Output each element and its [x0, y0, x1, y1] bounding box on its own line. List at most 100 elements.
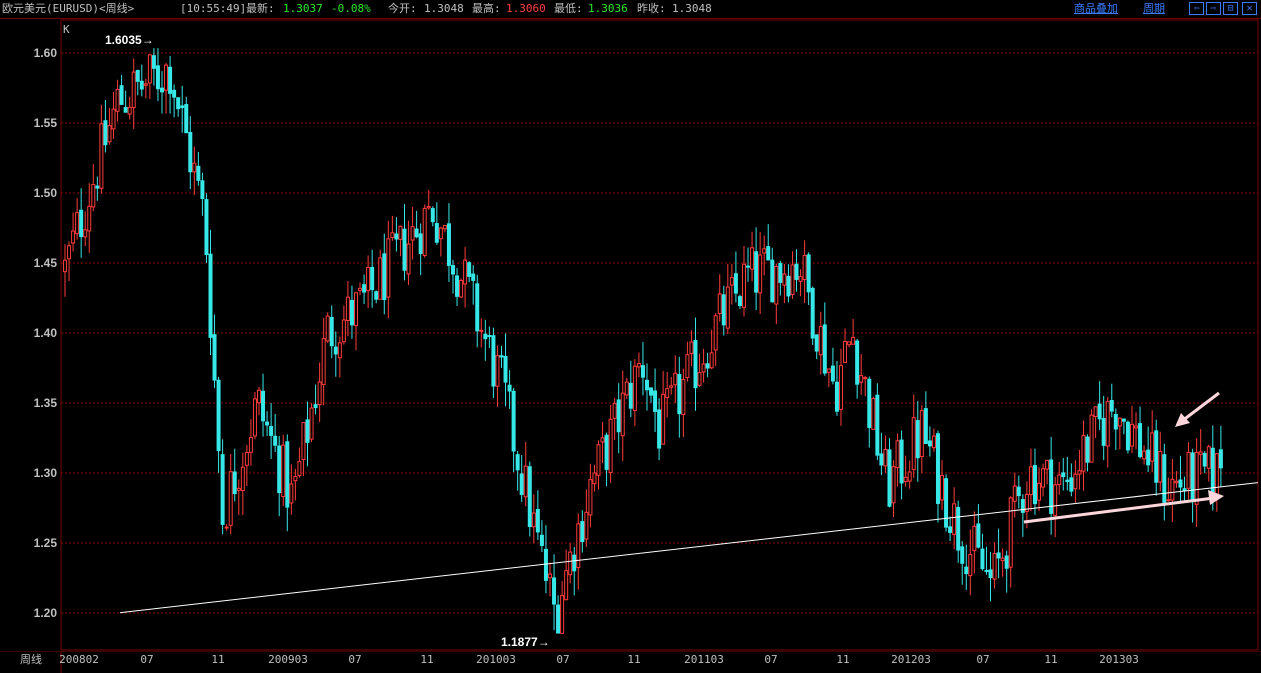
x-tick-label: 07: [556, 653, 569, 666]
candle: [244, 444, 249, 486]
candle: [79, 188, 84, 258]
candle: [1158, 431, 1163, 492]
candle: [875, 383, 880, 461]
y-tick-label: 1.55: [34, 116, 58, 130]
y-tick-label: 1.50: [34, 186, 58, 200]
candle: [317, 362, 322, 423]
high-label: 最高:: [472, 2, 501, 15]
candle: [228, 454, 233, 535]
candle: [341, 305, 346, 345]
candle: [1170, 458, 1175, 522]
scroll-left-icon[interactable]: ⇦: [1189, 2, 1204, 15]
candle: [822, 302, 827, 376]
candle: [1000, 548, 1005, 577]
candle: [1206, 444, 1211, 482]
candle: [628, 360, 633, 418]
candle: [176, 97, 181, 117]
x-axis: 周线 200802 07 11 200903 07 11 201003 07 11 201103 0…: [0, 651, 1261, 673]
candle: [879, 432, 884, 476]
candle: [390, 215, 395, 241]
candle: [1081, 420, 1086, 491]
candle: [1041, 463, 1046, 497]
candle: [923, 391, 928, 445]
y-tick-label: 1.45: [34, 256, 58, 270]
candle: [252, 392, 257, 440]
candle: [701, 348, 706, 383]
candle: [446, 203, 451, 282]
scroll-right-icon[interactable]: ⇨: [1206, 2, 1221, 15]
candle: [1138, 406, 1143, 459]
x-tick-label: 201303: [1099, 653, 1139, 666]
candle: [535, 490, 540, 540]
candle: [188, 116, 193, 190]
candle: [450, 259, 455, 294]
candle: [1125, 420, 1130, 454]
candle: [204, 193, 209, 263]
candle: [232, 448, 237, 502]
candle: [1073, 460, 1078, 504]
candle: [1077, 449, 1082, 490]
candle: [1166, 477, 1171, 502]
candle: [1109, 383, 1114, 418]
candle: [915, 401, 920, 482]
close-icon[interactable]: ✕: [1242, 2, 1257, 15]
candle: [539, 520, 544, 553]
period-link[interactable]: 周期: [1143, 2, 1165, 16]
x-tick-label: 201003: [476, 653, 516, 666]
candle: [778, 260, 783, 296]
candle: [1194, 438, 1199, 527]
candle: [358, 282, 363, 296]
y-tick-label: 1.25: [34, 536, 58, 550]
candle: [1053, 476, 1058, 538]
candle: [608, 404, 613, 483]
candle: [640, 342, 645, 396]
candle: [345, 281, 350, 337]
low-value: 1.3036: [588, 2, 628, 15]
x-tick-label: 201103: [684, 653, 724, 666]
candle: [277, 435, 282, 517]
change-percent: -0.08%: [331, 2, 371, 15]
candle: [434, 202, 439, 245]
candle: [1089, 409, 1094, 463]
candle: [782, 264, 787, 304]
candle: [1097, 381, 1102, 430]
candle: [442, 224, 447, 233]
overlay-link[interactable]: 商品叠加: [1074, 2, 1118, 16]
candle: [1020, 494, 1025, 537]
candle: [1218, 425, 1223, 487]
candle: [1037, 467, 1042, 512]
candle: [988, 552, 993, 602]
candle: [289, 464, 294, 515]
candle: [269, 403, 274, 459]
candle: [552, 554, 557, 631]
candle: [531, 494, 536, 544]
candle: [774, 263, 779, 325]
candle: [455, 268, 460, 306]
zoom-icon[interactable]: ⊟: [1223, 2, 1238, 15]
candle: [321, 317, 326, 406]
candle: [1214, 452, 1219, 512]
candle: [661, 371, 666, 445]
candle: [256, 386, 261, 416]
candle: [693, 317, 698, 411]
candle: [471, 265, 476, 305]
candle: [980, 533, 985, 571]
candle: [741, 246, 746, 317]
candle: [1129, 405, 1134, 454]
x-tick-label: 11: [1044, 653, 1057, 666]
candle: [624, 377, 629, 399]
y-tick-label: 1.20: [34, 606, 58, 620]
candle: [135, 69, 140, 96]
x-tick-label: 11: [627, 653, 640, 666]
candle: [964, 544, 969, 590]
candles: [63, 48, 1223, 634]
candle: [1069, 463, 1074, 497]
candle: [487, 326, 492, 349]
candle: [168, 55, 173, 114]
candle: [430, 206, 435, 227]
candle: [810, 286, 815, 346]
candle: [653, 368, 658, 433]
candle: [236, 479, 241, 516]
min-value-label: 1.1877→: [501, 635, 550, 649]
candle: [305, 401, 310, 467]
